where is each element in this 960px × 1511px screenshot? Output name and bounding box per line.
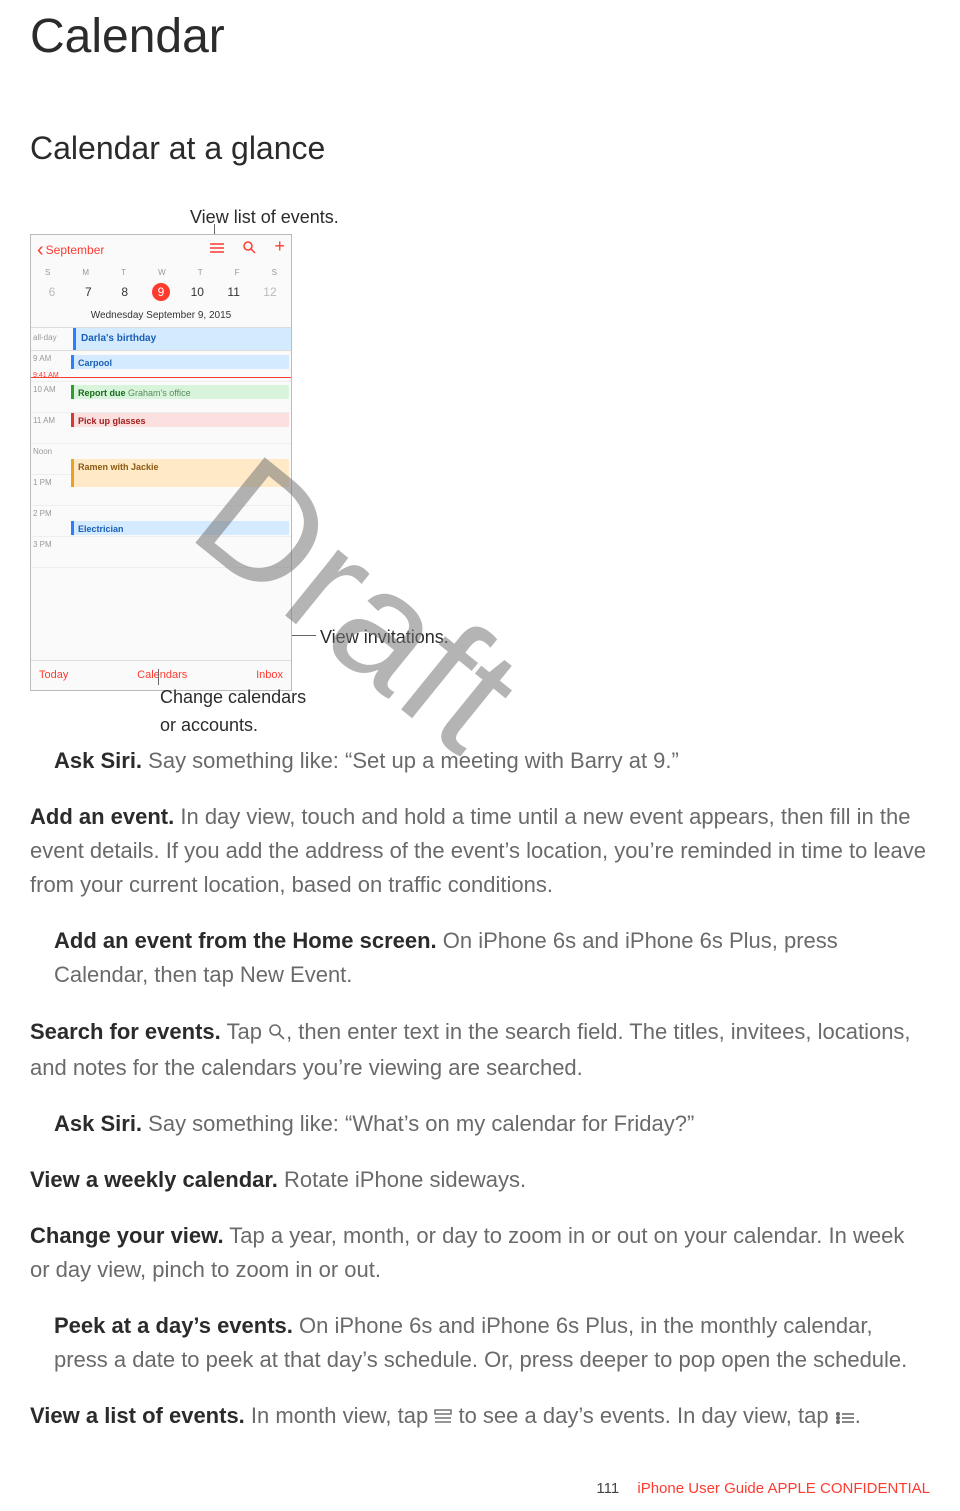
weekly-view: View a weekly calendar. Rotate iPhone si…	[30, 1163, 930, 1197]
inbox-button[interactable]: Inbox	[256, 667, 283, 684]
weekday: F	[235, 267, 240, 279]
callout-calendars: Change calendars or accounts.	[160, 684, 306, 740]
label: View a list of events.	[30, 1403, 245, 1428]
back-button[interactable]: September	[37, 241, 104, 260]
list-day-icon	[434, 1401, 452, 1435]
callout-text: or accounts.	[160, 715, 258, 735]
callout-invitations: View invitations.	[320, 624, 449, 652]
now-line	[31, 377, 291, 378]
day-num[interactable]: 6	[43, 283, 61, 302]
weekday-row: S M T W T F S	[31, 265, 291, 281]
ask-siri-1: Ask Siri. Say something like: “Set up a …	[54, 744, 930, 778]
event-electrician[interactable]: Electrician	[71, 521, 289, 535]
change-view: Change your view. Tap a year, month, or …	[30, 1219, 930, 1287]
phone-mockup: September + S M T W T F S	[30, 234, 292, 691]
add-event: Add an event. In day view, touch and hol…	[30, 800, 930, 902]
weekday: M	[82, 267, 89, 279]
footer-text: iPhone User Guide APPLE CONFIDENTIAL	[637, 1480, 930, 1497]
section-heading: Calendar at a glance	[30, 124, 930, 174]
hour-label: 11 AM	[31, 413, 73, 443]
text: to see a day’s events. In day view, tap	[452, 1403, 834, 1428]
event-location: Graham's office	[128, 388, 191, 398]
hour-label: 1 PM	[31, 475, 73, 505]
hour-label: 3 PM	[31, 537, 73, 567]
allday-label: all-day	[31, 328, 73, 350]
label: Ask Siri.	[54, 748, 142, 773]
today-button[interactable]: Today	[39, 667, 68, 684]
label: Search for events.	[30, 1019, 221, 1044]
search-icon[interactable]	[242, 239, 256, 261]
label: Add an event from the Home screen.	[54, 928, 437, 953]
event-report[interactable]: Report due Graham's office	[71, 385, 289, 399]
label: Change your view.	[30, 1223, 224, 1248]
weekday: T	[198, 267, 203, 279]
weekday: W	[158, 267, 166, 279]
search-events: Search for events. Tap , then enter text…	[30, 1015, 930, 1085]
day-num-today[interactable]: 9	[152, 283, 170, 301]
hour-label: 2 PM	[31, 506, 73, 536]
text: Say something like: “Set up a meeting wi…	[142, 748, 679, 773]
event-ramen[interactable]: Ramen with Jackie	[71, 459, 289, 487]
text: Rotate iPhone sideways.	[278, 1167, 526, 1192]
list-icon[interactable]	[210, 239, 224, 261]
weekday: S	[272, 267, 277, 279]
peek-day: Peek at a day’s events. On iPhone 6s and…	[54, 1309, 930, 1377]
event-pickup[interactable]: Pick up glasses	[71, 413, 289, 427]
add-icon[interactable]: +	[274, 239, 285, 261]
add-event-home: Add an event from the Home screen. On iP…	[54, 924, 930, 992]
weekday: T	[121, 267, 126, 279]
ask-siri-2: Ask Siri. Say something like: “What’s on…	[54, 1107, 930, 1141]
hour-label: 10 AM	[31, 382, 73, 412]
day-num[interactable]: 7	[79, 283, 97, 302]
day-num[interactable]: 8	[116, 283, 134, 302]
event-carpool[interactable]: Carpool	[71, 355, 289, 369]
event-allday[interactable]: Darla's birthday	[73, 328, 291, 350]
text: .	[855, 1403, 861, 1428]
day-num[interactable]: 12	[261, 283, 279, 302]
list-events: View a list of events. In month view, ta…	[30, 1399, 930, 1435]
label: Ask Siri.	[54, 1111, 142, 1136]
event-title: Report due	[78, 388, 126, 398]
day-num[interactable]: 11	[225, 283, 243, 302]
day-num[interactable]: 10	[188, 283, 206, 302]
callout-line	[158, 669, 159, 685]
list-icon	[835, 1401, 855, 1435]
weekday: S	[45, 267, 50, 279]
callout-list-events: View list of events.	[190, 204, 339, 232]
text: In month view, tap	[245, 1403, 435, 1428]
calendar-figure: View list of events. September + S M T	[30, 204, 590, 714]
page-footer: 111 iPhone User Guide APPLE CONFIDENTIAL	[0, 1457, 960, 1510]
daynum-row: 6 7 8 9 10 11 12	[31, 281, 291, 308]
hour-grid: 9 AM 10 AM 11 AM Noon 1 PM 2 PM 3 PM 9:4…	[31, 351, 291, 568]
callout-line	[292, 635, 316, 636]
hour-label: Noon	[31, 444, 73, 474]
page-title: Calendar	[30, 0, 930, 74]
label: Add an event.	[30, 804, 174, 829]
label: View a weekly calendar.	[30, 1167, 278, 1192]
page-number: 111	[596, 1480, 619, 1497]
text: Say something like: “What’s on my calend…	[142, 1111, 694, 1136]
callout-text: Change calendars	[160, 687, 306, 707]
label: Peek at a day’s events.	[54, 1313, 293, 1338]
date-header: Wednesday September 9, 2015	[31, 308, 291, 329]
text: Tap	[221, 1019, 268, 1044]
calendars-button[interactable]: Calendars	[137, 667, 187, 684]
search-icon	[268, 1017, 286, 1051]
